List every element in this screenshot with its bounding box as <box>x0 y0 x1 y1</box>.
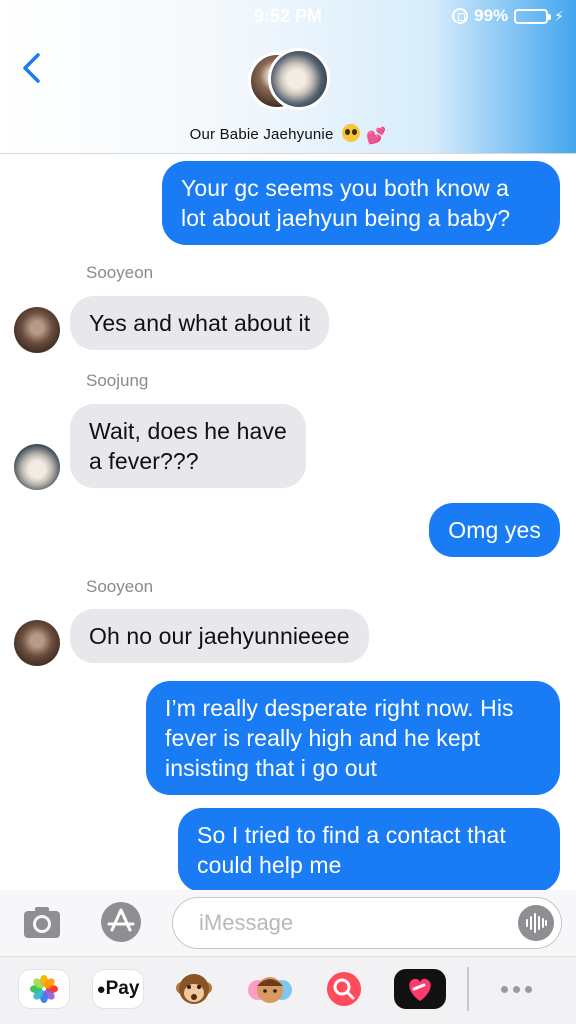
apple-logo-icon: ● <box>96 980 106 998</box>
monkey-animoji-icon <box>176 974 212 1004</box>
message-bubble-incoming[interactable]: Yes and what about it <box>70 296 330 350</box>
group-name[interactable]: Our Babie Jaehyunie 💕 <box>0 124 576 146</box>
message-line: Yes and what about it <box>89 310 311 336</box>
drawer-divider <box>467 967 469 1011</box>
two-hearts-icon: 💕 <box>366 128 387 145</box>
memoji-icon <box>248 977 292 1003</box>
message-bubble-outgoing[interactable]: Your gc seems you both know a lot about … <box>162 161 560 245</box>
apple-pay-label: Pay <box>105 978 140 999</box>
message-line: Omg yes <box>448 517 541 543</box>
message-bubble-outgoing[interactable]: So I tried to find a contact that could … <box>178 808 560 890</box>
composer-bar: iMessage <box>0 890 576 956</box>
status-indicators: 99% ⚡ <box>452 6 564 26</box>
group-avatar[interactable] <box>248 48 330 114</box>
audio-message-icon[interactable] <box>518 905 554 941</box>
image-search-button[interactable] <box>318 969 370 1009</box>
photos-icon <box>30 975 58 1003</box>
message-line: Oh no our jaehyunnieeee <box>89 623 350 649</box>
message-line: insisting that i go out <box>165 755 377 781</box>
monkey-animoji-button[interactable] <box>168 969 220 1009</box>
search-images-icon <box>327 972 361 1006</box>
conversation-header: 9:52 PM 99% ⚡ Our Babie Jaehyunie 💕 <box>0 0 576 154</box>
memoji-button[interactable] <box>244 969 296 1009</box>
message-line: I’m really desperate right now. His <box>165 695 514 721</box>
sender-name: Sooyeon <box>86 263 154 282</box>
message-line: Wait, does he have <box>89 418 287 444</box>
app-drawer: ● Pay <box>0 956 576 1024</box>
message-bubble-outgoing[interactable]: I’m really desperate right now. His feve… <box>146 681 560 795</box>
contact-avatar-sooyeon[interactable] <box>14 620 60 666</box>
more-dots-icon <box>500 985 508 993</box>
camera-icon[interactable] <box>22 902 62 942</box>
message-bubble-incoming[interactable]: Wait, does he have a fever??? <box>70 404 306 488</box>
message-line: lot about jaehyun being a baby? <box>181 205 511 231</box>
message-line: could help me <box>197 852 342 878</box>
apple-pay-button[interactable]: ● Pay <box>92 969 144 1009</box>
battery-icon <box>514 8 552 24</box>
message-thread[interactable]: Your gc seems you both know a lot about … <box>0 155 576 890</box>
heart-sticker-button[interactable] <box>394 969 446 1009</box>
photos-app-button[interactable] <box>18 969 70 1009</box>
message-input-placeholder: iMessage <box>199 910 294 935</box>
group-name-label: Our Babie Jaehyunie <box>189 126 334 143</box>
contact-avatar-soojung[interactable] <box>14 444 60 490</box>
message-line: fever is really high and he kept <box>165 725 481 751</box>
message-input[interactable]: iMessage <box>172 897 562 949</box>
orientation-lock-icon <box>452 8 469 24</box>
back-chevron-icon[interactable] <box>16 50 50 86</box>
sender-name: Soojung <box>86 371 149 390</box>
sender-name: Sooyeon <box>86 577 154 596</box>
more-apps-button[interactable] <box>490 969 542 1009</box>
contact-avatar-sooyeon[interactable] <box>14 307 60 353</box>
pleading-face-icon <box>341 124 360 142</box>
message-line: Your gc seems you both know a <box>181 175 510 201</box>
heart-sticker-icon <box>409 978 431 1001</box>
app-store-icon[interactable] <box>96 900 146 944</box>
message-line: So I tried to find a contact that <box>197 822 506 848</box>
message-bubble-incoming[interactable]: Oh no our jaehyunnieeee <box>70 609 369 663</box>
message-bubble-outgoing[interactable]: Omg yes <box>429 503 560 557</box>
charging-icon: ⚡ <box>554 7 564 24</box>
message-line: a fever??? <box>89 448 199 474</box>
member-avatar-front <box>268 48 330 110</box>
battery-percentage: 99% <box>474 6 509 25</box>
